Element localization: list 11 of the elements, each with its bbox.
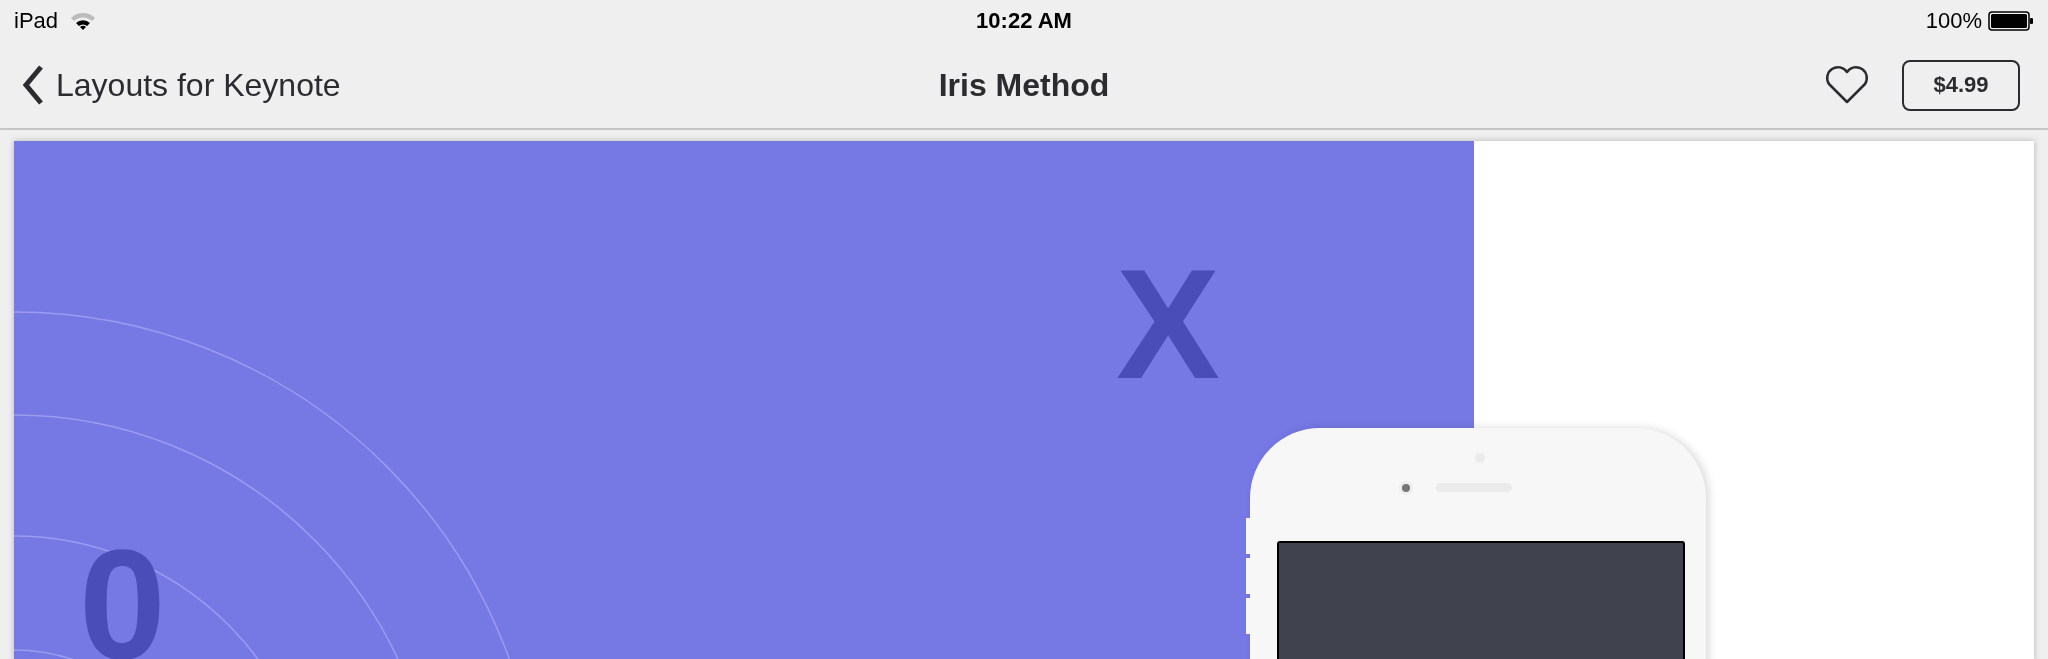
device-name: iPad [14, 8, 59, 34]
chevron-left-icon [22, 65, 44, 105]
back-button[interactable]: Layouts for Keynote [22, 65, 341, 105]
favorite-button[interactable] [1824, 65, 1870, 105]
battery-icon [1988, 11, 2034, 31]
price-button[interactable]: $4.99 [1902, 59, 2020, 111]
battery-percentage: 100% [1925, 8, 1982, 34]
clock-time: 10:22 AM [976, 8, 1072, 33]
page-title: Iris Method [938, 66, 1110, 103]
wifi-icon [70, 11, 97, 31]
heart-icon [1824, 65, 1870, 105]
